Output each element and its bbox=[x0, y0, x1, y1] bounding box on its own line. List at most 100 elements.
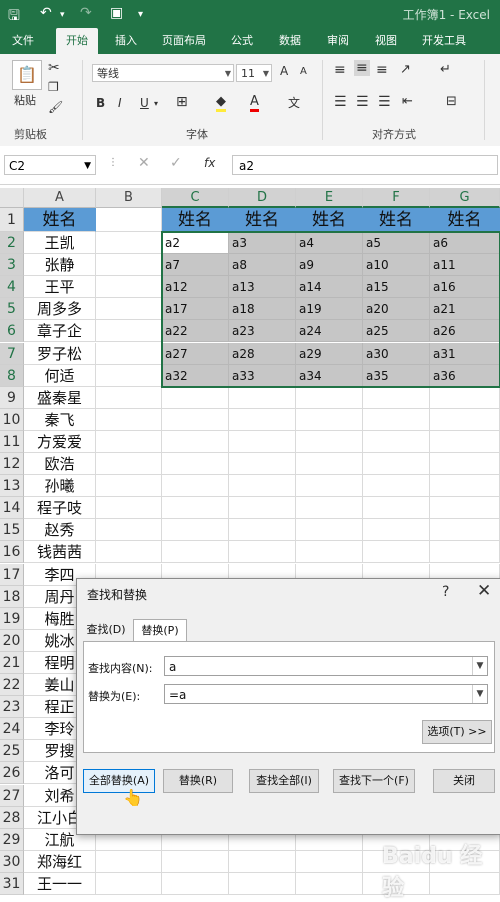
fill-color-icon[interactable]: ◆ bbox=[216, 94, 226, 112]
phonetic-button[interactable]: 文 bbox=[288, 94, 300, 111]
empty-cell[interactable] bbox=[96, 208, 162, 232]
name-cell[interactable]: 程子吱 bbox=[24, 497, 96, 520]
italic-button[interactable]: I bbox=[118, 96, 122, 110]
data-cell[interactable]: a35 bbox=[363, 364, 430, 387]
orientation-icon[interactable]: ↗ bbox=[400, 62, 411, 77]
grow-font-button[interactable]: A bbox=[280, 64, 288, 78]
name-cell[interactable]: 何适 bbox=[24, 364, 96, 387]
bold-button[interactable]: B bbox=[96, 96, 105, 110]
row-header[interactable]: 11 bbox=[0, 430, 24, 453]
enter-icon[interactable]: ✓ bbox=[170, 155, 182, 171]
paste-button[interactable]: 粘贴 bbox=[14, 92, 36, 108]
empty-cell[interactable] bbox=[430, 519, 500, 542]
empty-cell[interactable] bbox=[296, 541, 363, 564]
chevron-down-icon[interactable]: ▼ bbox=[472, 685, 487, 703]
name-cell[interactable]: 王凯 bbox=[24, 232, 96, 255]
empty-cell[interactable] bbox=[363, 519, 430, 542]
row-header[interactable]: 26 bbox=[0, 762, 24, 785]
empty-cell[interactable] bbox=[96, 850, 162, 873]
name-cell[interactable]: 周多多 bbox=[24, 298, 96, 321]
empty-cell[interactable] bbox=[162, 386, 229, 409]
select-all-corner[interactable] bbox=[0, 188, 24, 208]
empty-cell[interactable] bbox=[162, 430, 229, 453]
empty-cell[interactable] bbox=[229, 475, 296, 498]
column-header[interactable]: F bbox=[363, 188, 430, 208]
empty-cell[interactable] bbox=[363, 430, 430, 453]
data-cell[interactable]: a16 bbox=[430, 276, 500, 299]
name-cell[interactable]: 章子企 bbox=[24, 320, 96, 343]
save-icon[interactable]: 🖫 bbox=[8, 5, 20, 29]
empty-cell[interactable] bbox=[162, 519, 229, 542]
empty-cell[interactable] bbox=[229, 519, 296, 542]
row-header[interactable]: 3 bbox=[0, 254, 24, 277]
empty-cell[interactable] bbox=[96, 298, 162, 321]
align-right-icon[interactable]: ☰ bbox=[378, 94, 391, 110]
name-box[interactable]: C2 ▼ bbox=[4, 155, 96, 175]
name-cell[interactable]: 盛秦星 bbox=[24, 386, 96, 409]
tab-replace[interactable]: 替换(P) bbox=[133, 619, 187, 641]
data-cell[interactable]: a27 bbox=[162, 342, 229, 365]
tab-view[interactable]: 视图 bbox=[366, 28, 406, 54]
row-header[interactable]: 23 bbox=[0, 696, 24, 719]
row-header[interactable]: 17 bbox=[0, 563, 24, 586]
empty-cell[interactable] bbox=[296, 497, 363, 520]
column-header[interactable]: C bbox=[162, 188, 229, 208]
row-header[interactable]: 21 bbox=[0, 651, 24, 674]
find-next-button[interactable]: 查找下一个(F) bbox=[333, 769, 415, 793]
font-size-combo[interactable]: 11 ▼ bbox=[236, 64, 272, 82]
name-cell[interactable]: 王一一 bbox=[24, 872, 96, 895]
row-header[interactable]: 4 bbox=[0, 276, 24, 299]
data-cell[interactable]: a19 bbox=[296, 298, 363, 321]
copy-icon[interactable]: ❐ bbox=[48, 80, 59, 94]
data-cell[interactable]: a11 bbox=[430, 254, 500, 277]
row-header[interactable]: 29 bbox=[0, 828, 24, 851]
row-header[interactable]: 18 bbox=[0, 585, 24, 608]
empty-cell[interactable] bbox=[96, 430, 162, 453]
empty-cell[interactable] bbox=[430, 541, 500, 564]
data-cell[interactable]: a17 bbox=[162, 298, 229, 321]
replace-all-button[interactable]: 全部替换(A) bbox=[83, 769, 155, 793]
font-color-button[interactable]: A bbox=[250, 94, 259, 112]
empty-cell[interactable] bbox=[296, 519, 363, 542]
active-cell[interactable]: a2 bbox=[162, 232, 229, 255]
column-header[interactable]: G bbox=[430, 188, 500, 208]
font-name-combo[interactable]: 等线 ▼ bbox=[92, 64, 234, 82]
tab-review[interactable]: 审阅 bbox=[318, 28, 358, 54]
data-cell[interactable]: a26 bbox=[430, 320, 500, 343]
empty-cell[interactable] bbox=[96, 541, 162, 564]
empty-cell[interactable] bbox=[296, 408, 363, 431]
border-icon[interactable]: ⊞ bbox=[176, 94, 188, 110]
paste-icon[interactable]: 📋 bbox=[12, 60, 42, 90]
data-cell[interactable]: a33 bbox=[229, 364, 296, 387]
header-cell[interactable]: 姓名 bbox=[430, 208, 500, 232]
tab-developer[interactable]: 开发工具 bbox=[414, 28, 474, 54]
underline-button[interactable]: U bbox=[140, 96, 149, 110]
empty-cell[interactable] bbox=[430, 475, 500, 498]
empty-cell[interactable] bbox=[162, 475, 229, 498]
data-cell[interactable]: a31 bbox=[430, 342, 500, 365]
name-cell[interactable]: 孙曦 bbox=[24, 475, 96, 498]
camera-icon[interactable]: ▣ bbox=[110, 5, 123, 21]
name-cell[interactable]: 罗子松 bbox=[24, 342, 96, 365]
data-cell[interactable]: a21 bbox=[430, 298, 500, 321]
empty-cell[interactable] bbox=[229, 497, 296, 520]
formula-input[interactable]: a2 bbox=[232, 155, 498, 175]
tab-formulas[interactable]: 公式 bbox=[222, 28, 262, 54]
tab-page-layout[interactable]: 页面布局 bbox=[156, 28, 212, 54]
empty-cell[interactable] bbox=[96, 408, 162, 431]
data-cell[interactable]: a4 bbox=[296, 232, 363, 255]
empty-cell[interactable] bbox=[296, 850, 363, 873]
empty-cell[interactable] bbox=[229, 541, 296, 564]
empty-cell[interactable] bbox=[96, 232, 162, 255]
column-header[interactable]: A bbox=[24, 188, 96, 208]
empty-cell[interactable] bbox=[229, 453, 296, 476]
empty-cell[interactable] bbox=[296, 475, 363, 498]
data-cell[interactable]: a36 bbox=[430, 364, 500, 387]
data-cell[interactable]: a7 bbox=[162, 254, 229, 277]
header-cell[interactable]: 姓名 bbox=[296, 208, 363, 232]
redo-icon[interactable]: ↷ bbox=[80, 5, 92, 21]
empty-cell[interactable] bbox=[96, 364, 162, 387]
name-cell[interactable]: 张静 bbox=[24, 254, 96, 277]
empty-cell[interactable] bbox=[430, 453, 500, 476]
empty-cell[interactable] bbox=[430, 408, 500, 431]
